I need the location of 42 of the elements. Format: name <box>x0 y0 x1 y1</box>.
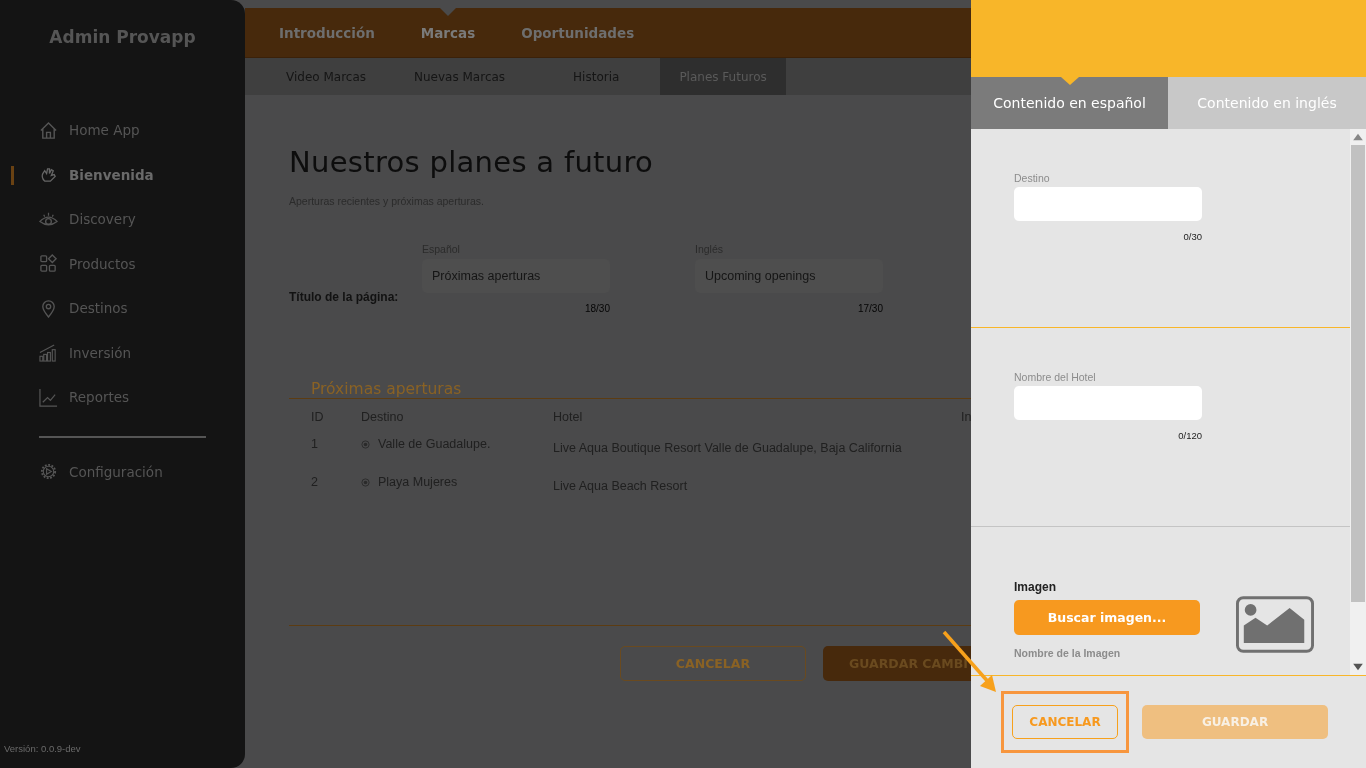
nav-tab[interactable]: Marcas <box>420 8 476 57</box>
trend-chart-icon <box>39 387 58 407</box>
radio-icon <box>361 477 370 487</box>
field-label: Destino <box>1014 172 1051 184</box>
character-counter: 0/30 <box>1182 231 1202 242</box>
sidebar-item[interactable]: Discovery <box>39 197 136 242</box>
page-title: Nuestros planes a futuro <box>289 145 655 179</box>
nav-tab[interactable]: Introducción <box>279 8 375 57</box>
app-title: Admin Provapp <box>49 27 196 47</box>
section-title: Próximas aperturas <box>311 380 462 398</box>
field-label: Título de la página: <box>289 290 400 304</box>
sidebar-item[interactable]: Configuración <box>39 449 163 494</box>
settings-icon <box>39 462 58 482</box>
field-label: Nombre del Hotel <box>1014 371 1097 383</box>
image-placeholder-icon <box>1236 596 1314 653</box>
scrollbar[interactable] <box>1350 129 1366 675</box>
character-counter: 0/120 <box>1177 430 1202 441</box>
pin-icon <box>39 298 58 318</box>
browse-image-button[interactable]: Buscar imagen... <box>1014 600 1200 635</box>
radio-icon <box>361 439 370 449</box>
cancel-button[interactable]: CANCELAR <box>1012 705 1118 739</box>
shapes-icon <box>39 254 58 274</box>
hand-icon <box>39 165 58 185</box>
input-field[interactable] <box>1014 187 1202 221</box>
nav-tab[interactable]: Oportunidades <box>521 8 635 57</box>
input-field[interactable] <box>1014 386 1202 420</box>
sidebar-item[interactable]: Home App <box>39 108 140 153</box>
input-field[interactable]: Próximas aperturas <box>422 259 610 293</box>
sidebar-item[interactable]: Reportes <box>39 375 130 420</box>
sidebar-item[interactable]: Inversión <box>39 330 131 375</box>
cancel-button[interactable]: CANCELAR <box>620 646 806 681</box>
character-counter: 18/30 <box>584 303 610 314</box>
sidebar-item[interactable]: Destinos <box>39 286 128 331</box>
input-field[interactable]: Upcoming openings <box>695 259 883 293</box>
field-label: Imagen <box>1014 580 1057 594</box>
home-icon <box>39 120 58 140</box>
sidebar-item[interactable]: Productos <box>39 241 136 286</box>
image-name-label: Nombre de la Imagen <box>1014 647 1122 659</box>
language-tab[interactable]: Contenido en español <box>971 77 1168 129</box>
version-label: Versión: 0.0.9-dev <box>4 743 81 754</box>
bar-chart-icon <box>39 343 58 363</box>
character-counter: 17/30 <box>857 303 883 314</box>
